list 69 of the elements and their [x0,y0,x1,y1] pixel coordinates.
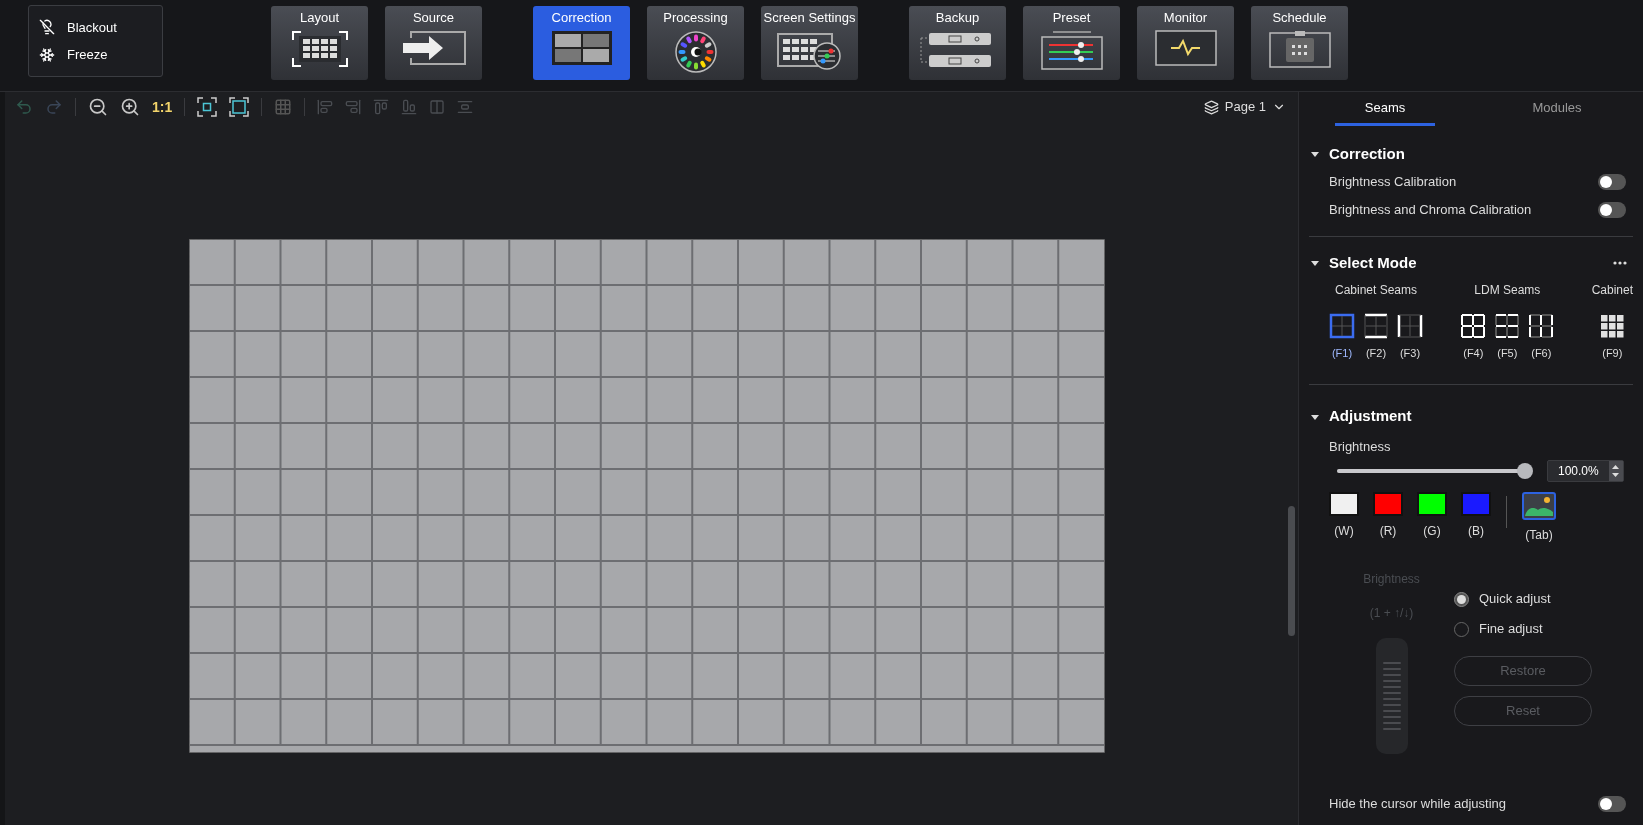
nav-button[interactable]: Processing [647,6,744,80]
toggle-label: Brightness and Chroma Calibration [1329,201,1532,220]
collapse-caret-icon[interactable] [1311,412,1319,421]
brightness-label: Brightness [1329,437,1391,456]
pages-icon [1203,99,1219,115]
cabinet-grid-icon [1599,313,1626,339]
grid-layout-icon [290,30,349,68]
radio-button[interactable] [1454,591,1469,607]
radio-label[interactable]: Fine adjust [1479,619,1543,639]
spin-arrows-icon [1612,464,1620,478]
section-title: Correction [1329,143,1405,164]
nav-button[interactable]: Monitor [1137,6,1234,80]
fit-screen-icon[interactable] [229,97,250,117]
panel-tab[interactable]: Seams [1335,92,1435,126]
toggle-label: Hide the cursor while adjusting [1329,795,1507,813]
mode-group-label: Cabinet Seams [1334,282,1417,299]
fit-selection-icon[interactable] [197,97,218,117]
brightness-spinbox[interactable]: 100.0% [1547,460,1624,482]
seam-mode-button[interactable]: (F9) [1599,313,1626,362]
collapse-caret-icon[interactable] [1311,150,1319,158]
split-screen-icon [550,30,613,66]
scrollbar-thumb[interactable] [1288,506,1295,636]
toggle-switch[interactable] [1598,202,1626,218]
freeze-button[interactable]: Freeze [39,45,162,65]
bulb-off-icon [39,19,55,36]
seam-mode-button[interactable]: (F3) [1397,313,1423,362]
blackout-button[interactable]: Blackout [39,17,162,37]
seam-mode-button[interactable]: (F5) [1494,313,1521,362]
color-wheel-icon [673,30,718,74]
segment-seams-icon [1528,313,1555,339]
calendar-icon [1268,30,1331,68]
section-title: Select Mode [1329,252,1417,273]
actual-size-button[interactable]: 1:1 [152,96,173,118]
toggle-switch[interactable] [1598,174,1626,190]
radio-label[interactable]: Quick adjust [1479,589,1551,609]
nav-button[interactable]: Preset [1023,6,1120,80]
seam-grid-icon [1363,313,1389,339]
section-title: Adjustment [1329,406,1412,427]
nav-button[interactable]: Source [385,6,482,80]
seam-mode-button[interactable]: (F1) [1329,313,1355,362]
zoom-out-icon[interactable] [88,97,108,117]
panel-tab[interactable]: Modules [1507,92,1607,126]
zoom-in-icon[interactable] [120,97,140,117]
nav-button[interactable]: Correction [533,6,630,80]
collapse-caret-icon[interactable] [1311,259,1319,267]
arrow-screen-icon [400,30,467,66]
landscape-icon [1522,492,1556,520]
nav-button[interactable]: Backup [909,6,1006,80]
segment-seams-icon [1460,313,1487,339]
mode-group-label: Cabinet [1591,282,1633,299]
screen-sliders-icon [776,30,843,70]
segment-seams-icon [1494,313,1521,339]
mode-group-label: LDM Seams [1474,282,1541,299]
seam-mode-button[interactable]: (F4) [1460,313,1487,362]
sliders-panel-icon [1040,30,1103,70]
snowflake-icon [39,46,55,63]
seam-mode-button[interactable]: (F6) [1528,313,1555,362]
more-options-icon[interactable] [1613,261,1627,265]
seam-mode-button[interactable]: (F2) [1363,313,1389,362]
toggle-switch[interactable] [1598,795,1626,812]
pulse-monitor-icon [1154,30,1217,66]
page-selector[interactable]: Page 1 [1203,97,1286,117]
nav-button[interactable]: Screen Settings [761,6,858,80]
nav-button[interactable]: Schedule [1251,6,1348,80]
nav-button[interactable]: Layout [271,6,368,80]
toggle-label: Brightness Calibration [1329,173,1457,192]
seam-grid-icon [1329,313,1355,339]
test-image-button[interactable]: (Tab) [1522,492,1556,544]
seam-grid-icon [1397,313,1423,339]
